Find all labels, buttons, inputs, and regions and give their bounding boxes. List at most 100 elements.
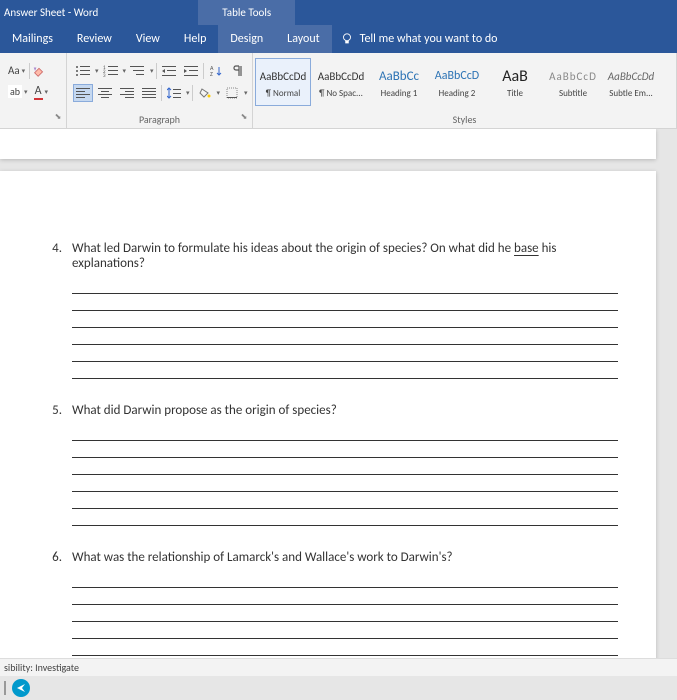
sort-icon: AZ [210,65,222,77]
question-number: 6. [38,550,62,565]
style-item-3[interactable]: AaBbCcDHeading 2 [429,58,485,106]
answer-line [72,424,618,441]
style-preview: AaBbCcDd [608,64,654,88]
styles-group-label: Styles [453,113,477,126]
table-tools-label: Table Tools [198,0,295,25]
style-name: Subtitle [548,88,598,99]
style-item-2[interactable]: AaBbCcHeading 1 [371,58,427,106]
style-item-5[interactable]: AaBbCcDSubtitle [545,58,601,106]
paragraph-group-label: Paragraph [139,113,180,126]
increase-indent-button[interactable] [181,62,201,80]
answer-line [72,458,618,475]
paragraph-launcher[interactable]: ⬊ [238,112,250,124]
taskbar-app-icon[interactable] [12,679,30,697]
justify-icon [142,88,156,98]
title-bar: Answer Sheet - Word Table Tools [0,0,677,25]
style-name: Subtle Em... [606,88,656,99]
answer-line [72,294,618,311]
question-6: 6. What was the relationship of Lamarck's… [38,550,618,659]
font-group: Aa▾ ab▾ A▾ ⬊ [0,53,67,128]
tab-view[interactable]: View [124,25,172,53]
answer-line [72,509,618,526]
font-color-button[interactable]: A▾ [32,83,50,101]
multilevel-icon [130,65,146,77]
style-name: ¶ Normal [258,88,308,99]
answer-lines [72,277,618,379]
taskbar-separator [4,681,6,695]
spacing-icon [167,87,181,99]
style-item-0[interactable]: AaBbCcDd¶ Normal [255,58,311,106]
clear-formatting-button[interactable] [32,64,46,78]
answer-line [72,639,618,656]
question-text: What did Darwin propose as the origin of… [72,403,618,418]
borders-icon [226,87,238,99]
style-preview: AaBbCcD [549,64,597,88]
style-preview: AaBbCcD [435,64,479,88]
multilevel-list-button[interactable] [128,62,148,80]
style-preview: AaBbCcDd [260,64,306,88]
question-number: 5. [38,403,62,418]
style-preview: AaBbCcDd [318,64,364,88]
style-name: ¶ No Spac... [316,88,366,99]
send-icon [16,683,26,693]
answer-line [72,277,618,294]
tab-review[interactable]: Review [65,25,124,53]
document-page[interactable]: 4. What led Darwin to formulate his ideas… [0,171,656,659]
style-preview: AaB [502,64,528,88]
answer-line [72,492,618,509]
tell-me-search[interactable]: Tell me what you want to do [340,32,498,46]
tab-design[interactable]: Design [218,25,275,53]
question-text: What was the relationship of Lamarck's a… [72,550,618,565]
tell-me-label: Tell me what you want to do [360,32,498,46]
question-text: What led Darwin to formulate his ideas a… [72,241,618,271]
tab-help[interactable]: Help [172,25,219,53]
highlight-button[interactable]: ab▾ [6,84,30,99]
tab-mailings[interactable]: Mailings [0,25,65,53]
bullets-icon [75,65,91,77]
question-number: 4. [38,241,62,271]
align-right-icon [120,88,134,98]
justify-button[interactable] [139,84,159,102]
align-left-button[interactable] [73,84,93,102]
answer-line [72,605,618,622]
bucket-icon [198,87,212,99]
svg-text:Z: Z [210,70,213,77]
change-case-button[interactable]: Aa▾ [6,63,27,78]
answer-line [72,441,618,458]
numbered-list-button[interactable]: 123 [101,62,121,80]
document-title: Answer Sheet - Word [0,6,98,19]
borders-button[interactable] [222,84,242,102]
eraser-icon [32,64,46,78]
styles-group: AaBbCcDd¶ NormalAaBbCcDd¶ No Spac...AaBb… [253,53,677,128]
answer-line [72,475,618,492]
taskbar [0,676,677,700]
style-name: Title [490,88,540,99]
style-item-1[interactable]: AaBbCcDd¶ No Spac... [313,58,369,106]
answer-lines [72,571,618,659]
font-launcher[interactable]: ⬊ [52,112,64,124]
style-item-4[interactable]: AaBTitle [487,58,543,106]
answer-line [72,362,618,379]
decrease-indent-button[interactable] [159,62,179,80]
shading-button[interactable] [195,84,215,102]
style-preview: AaBbCc [379,64,419,88]
answer-lines [72,424,618,526]
outdent-icon [162,65,176,77]
align-center-button[interactable] [95,84,115,102]
style-gallery[interactable]: AaBbCcDd¶ NormalAaBbCcDd¶ No Spac...AaBb… [255,58,659,106]
paragraph-group: ▾ 123 ▾ ▾ AZ [67,53,253,128]
ribbon: Aa▾ ab▾ A▾ ⬊ ▾ 123 ▾ [0,53,677,129]
ribbon-tabs: Mailings Review View Help Design Layout … [0,25,677,53]
line-spacing-button[interactable] [164,84,184,102]
sort-button[interactable]: AZ [206,62,226,80]
style-item-6[interactable]: AaBbCcDdSubtle Em... [603,58,659,106]
show-hide-button[interactable] [228,62,248,80]
align-right-button[interactable] [117,84,137,102]
pilcrow-icon [233,65,243,77]
align-left-icon [76,88,90,98]
tab-layout[interactable]: Layout [275,25,332,53]
bullet-list-button[interactable] [73,62,93,80]
accessibility-status[interactable]: sibility: Investigate [4,661,79,674]
document-area[interactable]: 4. What led Darwin to formulate his ideas… [0,129,677,659]
answer-line [72,311,618,328]
